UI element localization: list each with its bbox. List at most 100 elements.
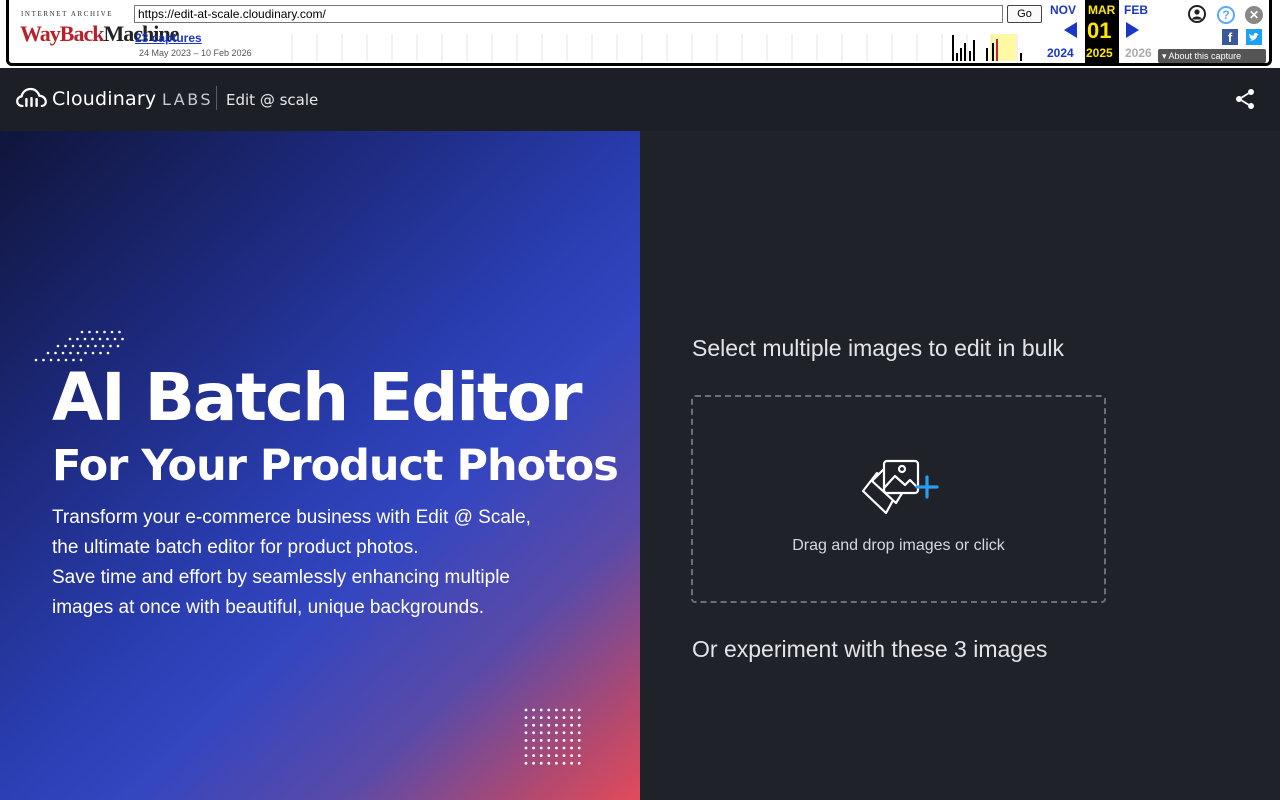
decorative-dot (76, 351, 80, 355)
decorative-dot (109, 344, 112, 348)
decorative-dot (547, 754, 551, 757)
decorative-dot (562, 746, 566, 750)
wayback-facebook-icon[interactable]: f (1222, 29, 1238, 45)
decorative-dot (562, 723, 566, 727)
twitter-bird-icon (1249, 32, 1259, 41)
upload-panel: Select multiple images to edit in bulk D… (640, 131, 1280, 800)
decorative-dot (547, 723, 551, 727)
wayback-help-icon[interactable]: ? (1217, 6, 1235, 24)
decorative-dot (68, 337, 72, 341)
decorative-dot (539, 723, 543, 727)
decorative-dot (555, 746, 558, 750)
decorative-dot (577, 716, 581, 719)
wayback-close-icon[interactable]: ✕ (1245, 6, 1263, 24)
decorative-dot (113, 337, 117, 341)
wayback-url-input[interactable] (134, 5, 1003, 23)
decorative-dot (539, 731, 543, 735)
decorative-dot (555, 754, 558, 757)
decorative-dot (555, 761, 558, 765)
user-glyph-icon (1192, 9, 1202, 20)
decorative-dot (577, 723, 581, 727)
decorative-dot (524, 761, 528, 765)
wayback-date-range: 24 May 2023 – 10 Feb 2026 (139, 48, 252, 58)
decorative-dot (570, 723, 573, 727)
decorative-dot (577, 739, 581, 742)
cloudinary-logo-icon[interactable] (16, 87, 47, 109)
decorative-dot (570, 746, 573, 750)
decorative-dot (532, 708, 535, 712)
decorative-dot (532, 731, 535, 735)
decorative-dot (555, 731, 558, 735)
decorative-dot (116, 344, 120, 348)
decorative-dot (83, 337, 87, 341)
decorative-dot (532, 761, 535, 765)
decorative-dot (539, 746, 543, 750)
app-header: Cloudinary LABS Edit @ scale (0, 68, 1280, 131)
image-dropzone[interactable]: Drag and drop images or click (691, 395, 1106, 603)
decorative-dot (524, 754, 528, 757)
decorative-dot (86, 344, 90, 348)
hero-description-line: Save time and effort by seamlessly enhan… (52, 567, 511, 588)
decorative-dot (555, 716, 558, 719)
decorative-dot (103, 330, 106, 334)
decorative-dots-bottom (524, 708, 581, 765)
decorative-dot (577, 708, 581, 712)
decorative-dot (577, 754, 581, 757)
decorative-dot (547, 746, 551, 750)
decorative-dot (532, 716, 535, 719)
decorative-dot (54, 351, 57, 355)
decorative-dot (99, 351, 102, 355)
wayback-go-button[interactable]: Go (1007, 5, 1042, 23)
wayback-current-year: 2025 (1086, 46, 1113, 60)
decorative-dot (98, 337, 102, 341)
decorative-dot (91, 351, 95, 355)
hero-title: AI Batch Editor (52, 359, 582, 436)
decorative-dot (539, 761, 543, 765)
sparkline-grid (291, 34, 1018, 61)
wayback-about-capture[interactable]: ▾ About this capture (1158, 49, 1266, 63)
brand-name[interactable]: Cloudinary (52, 88, 156, 110)
plus-sign (915, 475, 939, 499)
decorative-dot (106, 337, 109, 341)
decorative-dot (570, 754, 573, 757)
wayback-capture-sparkline[interactable] (266, 34, 1042, 61)
decorative-dot (539, 708, 543, 712)
decorative-dot (64, 344, 67, 348)
wayback-current-month: MAR (1088, 3, 1116, 17)
decorative-dot (106, 351, 110, 355)
decorative-dot (562, 708, 566, 712)
wayback-next-month[interactable]: FEB (1124, 3, 1148, 17)
decorative-dot (547, 708, 551, 712)
decorative-dot (532, 723, 535, 727)
wayback-captures-link[interactable]: 23 captures (135, 31, 202, 45)
hero-section: AI Batch Editor For Your Product Photos … (0, 131, 640, 800)
wayback-twitter-icon[interactable] (1246, 29, 1262, 45)
decorative-dot (577, 731, 581, 735)
decorative-dot (80, 330, 84, 334)
hero-description-line: images at once with beautiful, unique ba… (52, 597, 484, 618)
decorative-dot (577, 761, 581, 765)
decorative-dot (570, 739, 573, 742)
share-icon[interactable] (1233, 87, 1257, 111)
decorative-dot (91, 337, 94, 341)
decorative-dot (555, 723, 558, 727)
decorative-dot (555, 708, 558, 712)
wayback-next-arrow-icon[interactable] (1126, 22, 1139, 38)
hero-description-line: Transform your e-commerce business with … (52, 507, 531, 528)
wayback-user-icon[interactable] (1188, 5, 1206, 23)
decorative-dot (61, 351, 65, 355)
decorative-dot (46, 351, 50, 355)
about-capture-label: About this capture (1168, 51, 1242, 61)
hero-description-line: the ultimate batch editor for product ph… (52, 537, 419, 558)
wayback-prev-year[interactable]: 2024 (1047, 46, 1074, 60)
wayback-prev-arrow-icon[interactable] (1064, 22, 1077, 38)
wayback-prev-month[interactable]: NOV (1050, 3, 1076, 17)
decorative-dot (555, 739, 558, 742)
decorative-dot (532, 746, 535, 750)
decorative-dot (101, 344, 105, 348)
decorative-dot (84, 351, 87, 355)
decorative-dot (88, 330, 91, 334)
decorative-dot (547, 739, 551, 742)
decorative-dot (121, 337, 124, 341)
decorative-dot (56, 344, 60, 348)
